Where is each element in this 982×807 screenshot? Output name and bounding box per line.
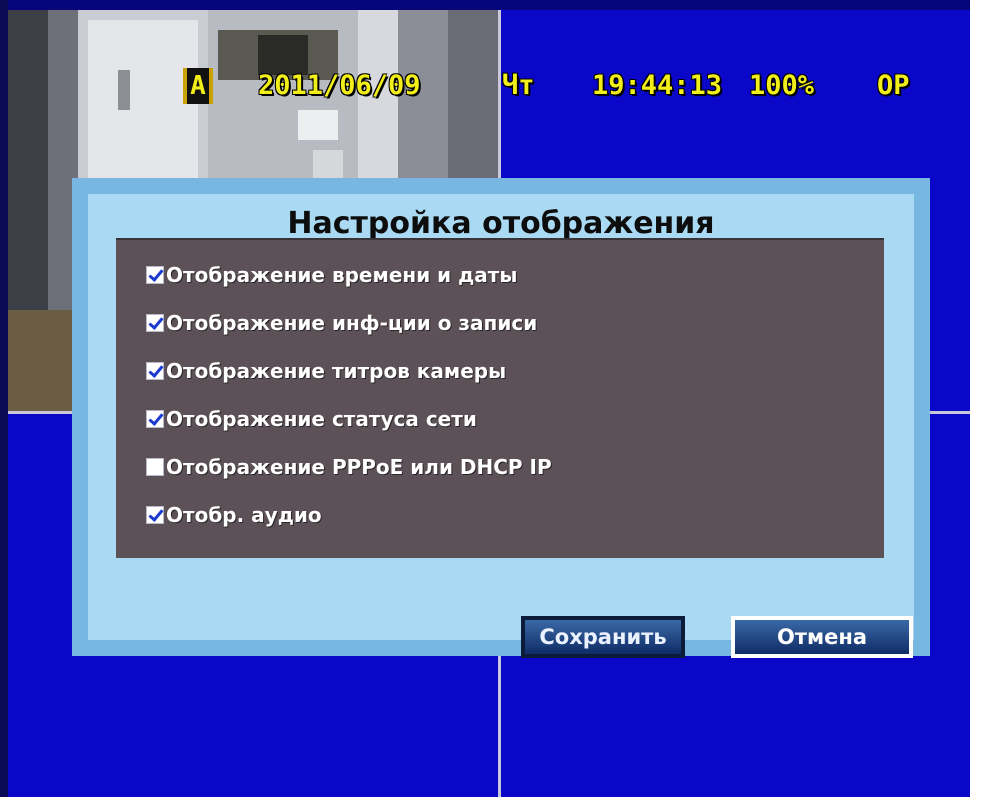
option-label: Отображение времени и даты	[166, 263, 518, 287]
display-settings-dialog: Настройка отображения Отображение времен…	[72, 178, 930, 658]
option-label: Отображение титров камеры	[166, 359, 507, 383]
screen-edge-bottom	[0, 797, 982, 807]
option-label: Отображение инф-ции о записи	[166, 311, 538, 335]
option-audio[interactable]: Отобр. аудио	[146, 495, 322, 535]
checkbox-record-info[interactable]	[146, 314, 164, 332]
screen-edge-right	[970, 0, 982, 807]
option-time-date[interactable]: Отображение времени и даты	[146, 255, 517, 295]
dvr-screen: A 2011/06/09 Чт 19:44:13 100% OP Настрой…	[0, 0, 982, 807]
option-camera-titles[interactable]: Отображение титров камеры	[146, 351, 506, 391]
save-button[interactable]: Сохранить	[521, 616, 685, 658]
osd-record-mode: OP	[877, 70, 910, 101]
cancel-button[interactable]: Отмена	[731, 616, 913, 658]
osd-date: 2011/06/09	[258, 70, 421, 101]
option-label: Отображение статуса сети	[166, 407, 477, 431]
screen-edge-left	[0, 0, 8, 807]
osd-hdd-usage: 100%	[749, 70, 815, 101]
option-record-info[interactable]: Отображение инф-ции о записи	[146, 303, 537, 343]
option-label: Отображение PPPoE или DHCP IP	[166, 455, 552, 479]
option-pppoe-dhcp-ip[interactable]: Отображение PPPoE или DHCP IP	[146, 447, 552, 487]
screen-edge-top	[0, 0, 982, 10]
option-label: Отобр. аудио	[166, 503, 322, 527]
osd-time: 19:44:13	[592, 70, 723, 101]
checkbox-pppoe-dhcp-ip[interactable]	[146, 458, 164, 476]
osd-channel-indicator: A	[183, 68, 213, 104]
checkbox-camera-titles[interactable]	[146, 362, 164, 380]
dialog-title: Настройка отображения	[287, 206, 715, 241]
option-network-status[interactable]: Отображение статуса сети	[146, 399, 477, 439]
options-panel: Отображение времени и даты Отображение и…	[116, 238, 884, 558]
osd-weekday: Чт	[502, 70, 535, 101]
checkbox-network-status[interactable]	[146, 410, 164, 428]
checkbox-time-date[interactable]	[146, 266, 164, 284]
checkbox-audio[interactable]	[146, 506, 164, 524]
